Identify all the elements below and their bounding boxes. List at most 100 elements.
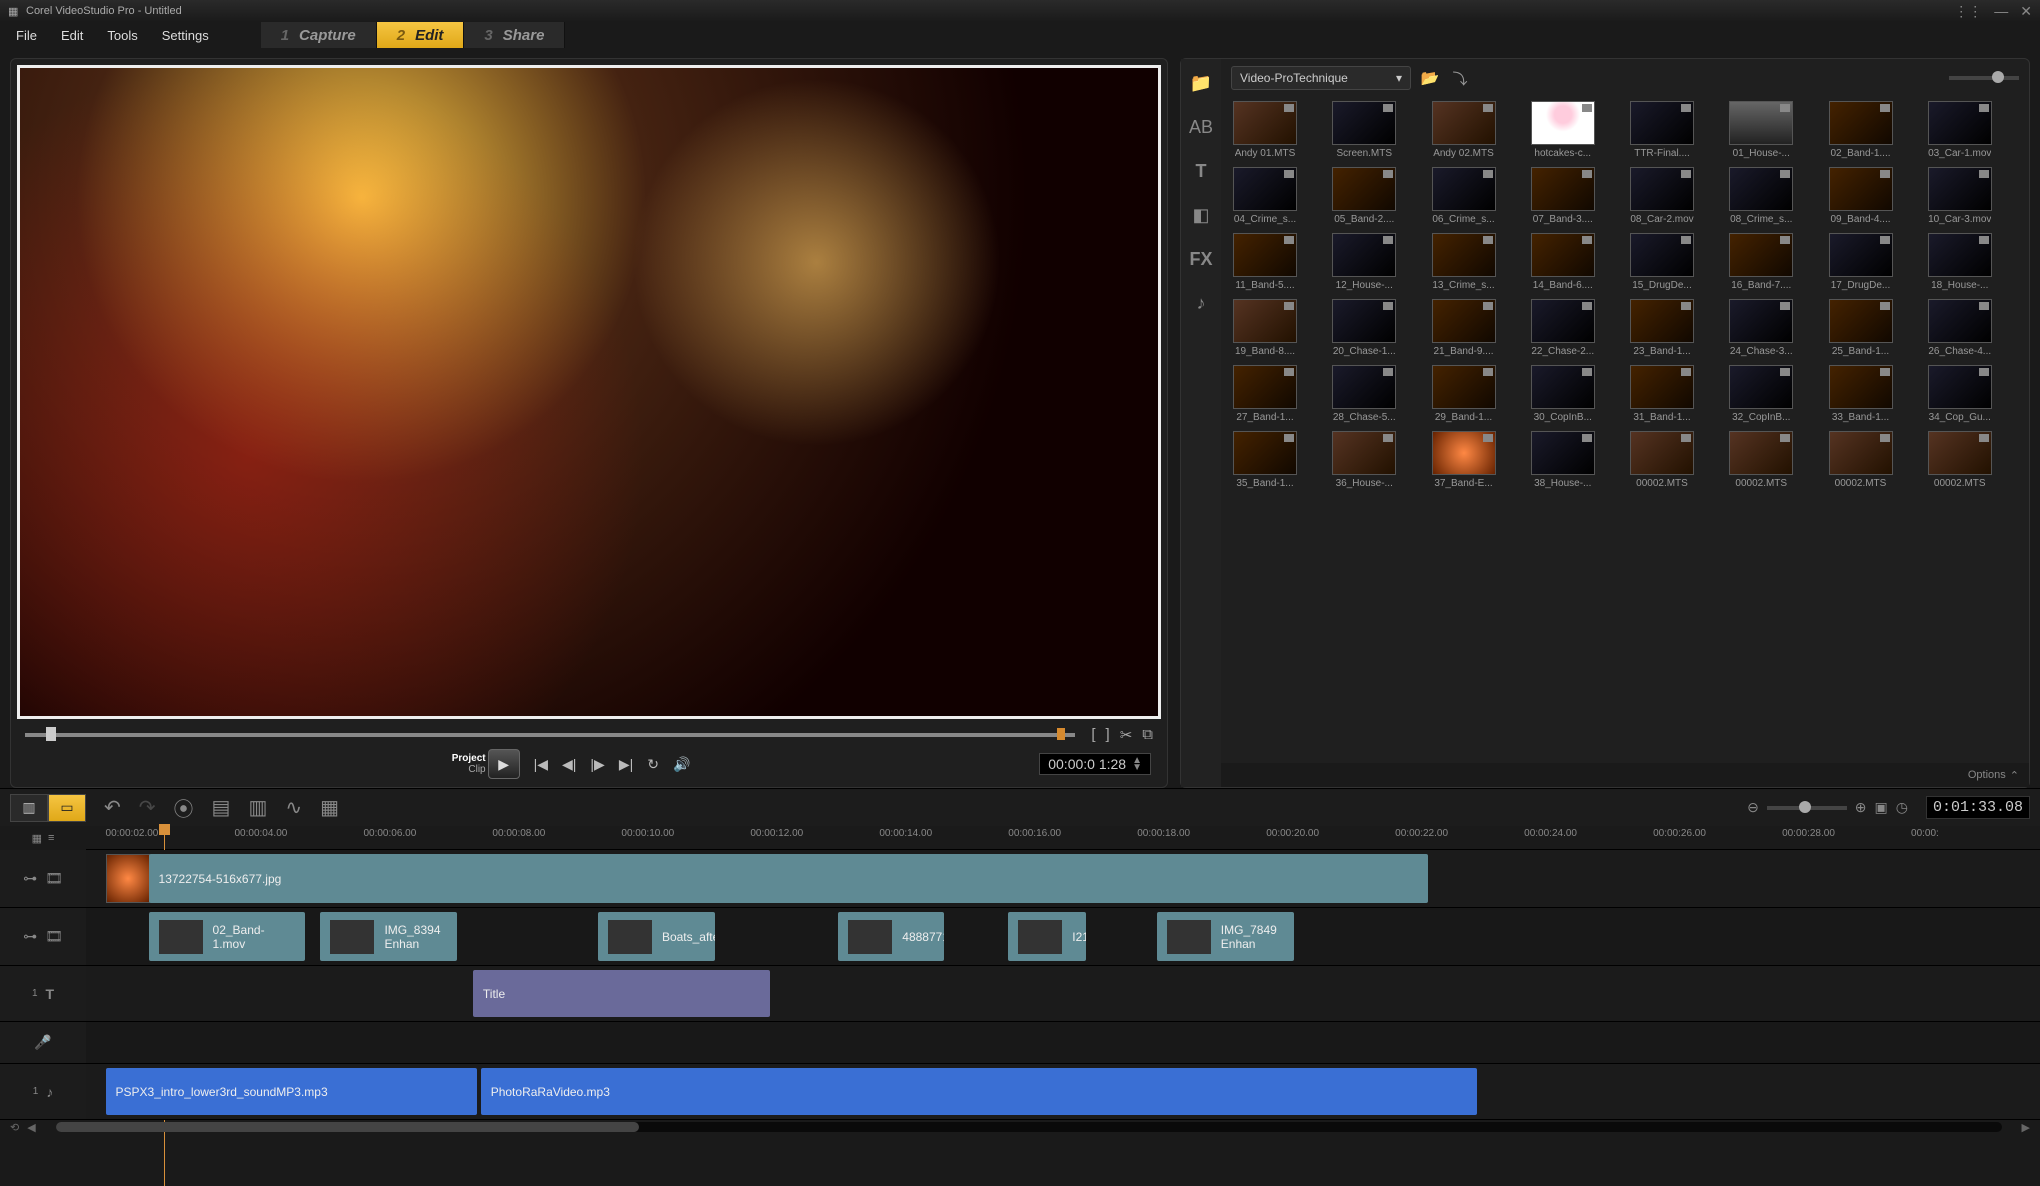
library-clip[interactable]: 12_House-... — [1330, 233, 1398, 291]
music-track-head[interactable]: 1♪ — [0, 1064, 86, 1120]
library-clip[interactable]: 00002.MTS — [1827, 431, 1895, 489]
next-frame-icon[interactable]: |▶ — [590, 756, 604, 773]
mode-project[interactable]: Project — [452, 753, 486, 764]
library-clip[interactable]: 00002.MTS — [1727, 431, 1795, 489]
library-clip[interactable]: 34_Cop_Gu... — [1926, 365, 1994, 423]
library-clip[interactable]: 17_DrugDe... — [1827, 233, 1895, 291]
library-clip[interactable]: 15_DrugDe... — [1628, 233, 1696, 291]
record-icon[interactable]: ⦿ — [174, 793, 194, 822]
library-clip[interactable]: 16_Band-7.... — [1727, 233, 1795, 291]
library-clip[interactable]: 25_Band-1... — [1827, 299, 1895, 357]
library-clip[interactable]: 08_Crime_s... — [1727, 167, 1795, 225]
library-clip[interactable]: 08_Car-2.mov — [1628, 167, 1696, 225]
video-track-head[interactable]: ⊶🎞 — [0, 850, 86, 908]
preview-viewport[interactable] — [17, 65, 1161, 719]
zoom-in-icon[interactable]: ⊕ — [1855, 799, 1867, 816]
timeline-clip[interactable]: 13722754-516x677.jpg — [149, 854, 1429, 903]
library-clip[interactable]: 26_Chase-4... — [1926, 299, 1994, 357]
scroll-tool-icon[interactable]: ⟲ — [10, 1121, 19, 1134]
library-clip[interactable]: 09_Band-4.... — [1827, 167, 1895, 225]
title-track-lane[interactable]: Title — [86, 966, 2040, 1022]
mode-clip[interactable]: Clip — [452, 764, 486, 775]
library-clip[interactable]: TTR-Final.... — [1628, 101, 1696, 159]
timeline-clip[interactable]: 4888771 — [838, 912, 944, 961]
timeline-clip[interactable]: Title — [473, 970, 770, 1017]
scrub-track[interactable] — [25, 733, 1075, 737]
overlay-track-head[interactable]: ⊶🎞 — [0, 908, 86, 966]
library-clip[interactable]: 13_Crime_s... — [1430, 233, 1498, 291]
multi-trim-icon[interactable]: ▥ — [248, 795, 267, 820]
timecode-spinner[interactable]: ▲▼ — [1132, 757, 1142, 771]
expand-icon[interactable]: ⧉ — [1142, 726, 1153, 744]
timeline-clip[interactable]: I21 — [1008, 912, 1086, 961]
sound-mixer-icon[interactable]: ∿ — [285, 795, 302, 820]
clock-icon[interactable]: ◷ — [1896, 799, 1908, 816]
library-clip[interactable]: 21_Band-9.... — [1430, 299, 1498, 357]
library-clip[interactable]: 10_Car-3.mov — [1926, 167, 1994, 225]
undo-icon[interactable]: ↶ — [104, 795, 121, 820]
goto-start-icon[interactable]: |◀ — [534, 756, 548, 773]
library-clip[interactable]: Andy 02.MTS — [1430, 101, 1498, 159]
voice-track-head[interactable]: 🎤 — [0, 1022, 86, 1064]
library-clip[interactable]: 11_Band-5.... — [1231, 233, 1299, 291]
library-clip[interactable]: 24_Chase-3... — [1727, 299, 1795, 357]
library-clip[interactable]: 31_Band-1... — [1628, 365, 1696, 423]
library-clip[interactable]: 35_Band-1... — [1231, 431, 1299, 489]
settings-icon[interactable]: ⋮⋮ — [1954, 3, 1982, 20]
zoom-slider[interactable] — [1767, 806, 1847, 810]
timeline-clip-thumb[interactable] — [106, 854, 150, 903]
step-tab-edit[interactable]: 2Edit — [377, 22, 465, 48]
library-clip[interactable]: Screen.MTS — [1330, 101, 1398, 159]
library-folder-dropdown[interactable]: Video-ProTechnique ▾ — [1231, 66, 1411, 90]
library-clip[interactable]: 01_House-... — [1727, 101, 1795, 159]
library-clip[interactable]: 07_Band-3.... — [1529, 167, 1597, 225]
timeline-clip[interactable]: IMG_7849 Enhan — [1157, 912, 1294, 961]
library-clip[interactable]: 27_Band-1... — [1231, 365, 1299, 423]
library-clip[interactable]: 02_Band-1.... — [1827, 101, 1895, 159]
library-clip[interactable]: 29_Band-1... — [1430, 365, 1498, 423]
menu-settings[interactable]: Settings — [150, 24, 221, 47]
library-clip[interactable]: 05_Band-2.... — [1330, 167, 1398, 225]
scroll-right-icon[interactable]: ▶ — [2022, 1121, 2030, 1134]
timeline-view-button[interactable]: ▭ — [48, 794, 86, 822]
link-icon[interactable]: ⊶ — [23, 928, 37, 945]
library-clip[interactable]: 03_Car-1.mov — [1926, 101, 1994, 159]
track-manager-icon[interactable]: ▦ — [320, 795, 339, 820]
repeat-icon[interactable]: ↻ — [647, 756, 659, 773]
ruler-tool-a-icon[interactable]: ▦ — [32, 832, 42, 845]
menu-file[interactable]: File — [4, 24, 49, 47]
scroll-left-icon[interactable]: ◀ — [27, 1121, 35, 1134]
media-folder-icon[interactable]: 📁 — [1189, 71, 1213, 95]
timeline-clip[interactable]: PSPX3_intro_lower3rd_soundMP3.mp3 — [106, 1068, 477, 1115]
overlay-track-lane[interactable]: 02_Band-1.movIMG_8394 EnhanBoats_after48… — [86, 908, 2040, 966]
goto-end-icon[interactable]: ▶| — [619, 756, 633, 773]
scrub-end-marker[interactable] — [1057, 728, 1065, 740]
library-clip[interactable]: 00002.MTS — [1628, 431, 1696, 489]
scrub-playhead[interactable] — [46, 727, 56, 741]
timeline-clip[interactable]: Boats_after — [598, 912, 715, 961]
voice-track-lane[interactable] — [86, 1022, 2040, 1064]
mark-in-icon[interactable]: [ — [1091, 726, 1095, 744]
timeline-clip[interactable]: IMG_8394 Enhan — [320, 912, 457, 961]
cut-icon[interactable]: ✂ — [1120, 726, 1133, 744]
library-clip[interactable]: 33_Band-1... — [1827, 365, 1895, 423]
mark-out-icon[interactable]: ] — [1106, 726, 1110, 744]
video-track-lane[interactable]: 13722754-516x677.jpg — [86, 850, 2040, 908]
library-clip[interactable]: 36_House-... — [1330, 431, 1398, 489]
import-icon[interactable]: ⤵ — [1449, 67, 1471, 89]
step-tab-share[interactable]: 3Share — [464, 22, 565, 48]
storyboard-view-button[interactable]: ▥ — [10, 794, 48, 822]
thumbnail-size-slider[interactable] — [1949, 76, 2019, 80]
play-button[interactable]: ▶ — [488, 749, 520, 779]
library-clip[interactable]: 23_Band-1... — [1628, 299, 1696, 357]
time-ruler[interactable]: 00:00:02.0000:00:04.0000:00:06.0000:00:0… — [86, 826, 2040, 849]
library-clip[interactable]: 28_Chase-5... — [1330, 365, 1398, 423]
library-clip[interactable]: hotcakes-c... — [1529, 101, 1597, 159]
ruler-tool-b-icon[interactable]: ≡ — [48, 832, 54, 844]
library-clip[interactable]: 06_Crime_s... — [1430, 167, 1498, 225]
fit-project-icon[interactable]: ▣ — [1875, 799, 1888, 816]
prev-frame-icon[interactable]: ◀| — [562, 756, 576, 773]
batch-convert-icon[interactable]: ▤ — [212, 795, 231, 820]
library-clip[interactable]: 38_House-... — [1529, 431, 1597, 489]
library-clip[interactable]: 32_CopInB... — [1727, 365, 1795, 423]
